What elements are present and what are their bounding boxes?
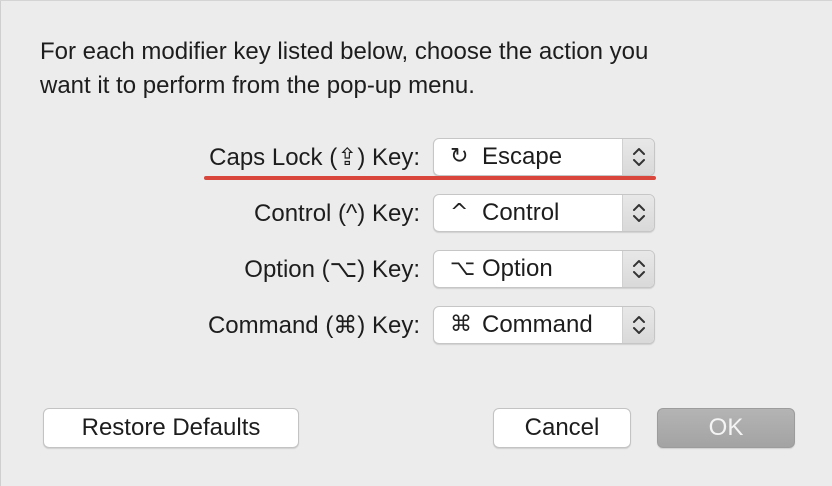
command-row: Command (⌘) Key: ⌘ Command (0, 306, 832, 346)
command-icon: ⌘ (450, 312, 472, 337)
caps-lock-popup[interactable]: ↻ Escape (433, 138, 655, 176)
popup-stepper-icon (622, 139, 654, 175)
annotation-underline (204, 176, 656, 180)
command-label: Command (⌘) Key: (207, 312, 420, 339)
window-edge (0, 1, 1, 486)
instructions-line-2: want it to perform from the pop-up menu. (40, 72, 475, 99)
ok-button[interactable]: OK (657, 408, 795, 448)
caps-lock-popup-value: Escape (482, 143, 563, 170)
option-icon: ⌥ (450, 256, 476, 281)
control-popup-value: Control (482, 199, 560, 226)
option-label: Option (⌥) Key: (244, 256, 420, 283)
option-popup-value: Option (482, 255, 553, 282)
control-row: Control (^) Key: ^ Control (0, 194, 832, 234)
instructions-line-1: For each modifier key listed below, choo… (40, 38, 649, 65)
popup-stepper-icon (622, 195, 654, 231)
command-popup[interactable]: ⌘ Command (433, 306, 655, 344)
modifier-keys-dialog: For each modifier key listed below, choo… (0, 0, 832, 486)
instructions-text: For each modifier key listed below, choo… (40, 35, 800, 103)
caps-lock-row: Caps Lock (⇪) Key: ↻ Escape (0, 138, 832, 178)
popup-stepper-icon (622, 251, 654, 287)
option-row: Option (⌥) Key: ⌥ Option (0, 250, 832, 290)
control-popup[interactable]: ^ Control (433, 194, 655, 232)
escape-icon: ↻ (450, 144, 469, 169)
caps-lock-label: Caps Lock (⇪) Key: (209, 144, 420, 171)
cancel-button[interactable]: Cancel (493, 408, 631, 448)
control-icon: ^ (450, 200, 469, 225)
command-popup-value: Command (482, 311, 593, 338)
control-label: Control (^) Key: (254, 200, 420, 227)
popup-stepper-icon (622, 307, 654, 343)
restore-defaults-button[interactable]: Restore Defaults (43, 408, 299, 448)
option-popup[interactable]: ⌥ Option (433, 250, 655, 288)
